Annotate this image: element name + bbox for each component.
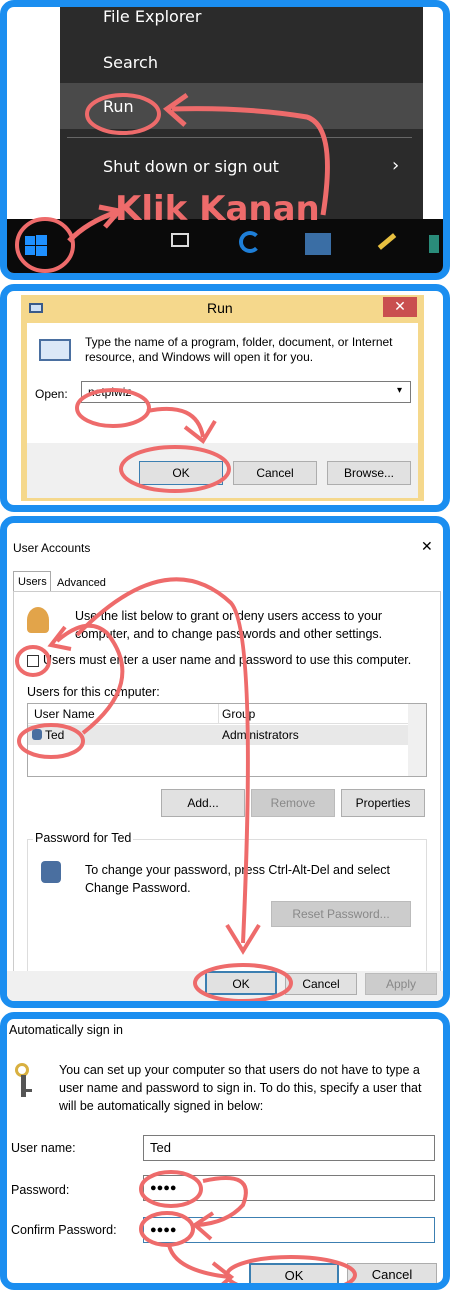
run-dialog-panel: Run ✕ Type the name of a program, folder… xyxy=(0,284,450,512)
app-icon[interactable] xyxy=(429,235,439,253)
cancel-button[interactable]: Cancel xyxy=(233,461,317,485)
users-table-header: User Name Group xyxy=(28,704,408,724)
close-icon[interactable]: ✕ xyxy=(421,539,433,555)
add-button[interactable]: Add... xyxy=(161,789,245,817)
auto-signin-panel: Automatically sign in You can set up you… xyxy=(0,1012,450,1290)
user-accounts-title: User Accounts xyxy=(13,541,91,555)
table-row[interactable]: Ted Administrators xyxy=(28,725,408,745)
menu-divider xyxy=(67,137,412,138)
ok-button[interactable]: OK xyxy=(139,461,223,485)
intro-text: Use the list below to grant or deny user… xyxy=(75,609,383,641)
remove-button[interactable]: Remove xyxy=(251,789,335,817)
column-group[interactable]: Group xyxy=(222,707,255,721)
windows-start-icon[interactable] xyxy=(25,235,47,257)
menu-item-run-highlight[interactable]: Run xyxy=(60,83,423,129)
auto-signin-intro: You can set up your computer so that use… xyxy=(59,1063,422,1113)
apply-button[interactable]: Apply xyxy=(365,973,437,995)
cancel-button[interactable]: Cancel xyxy=(347,1263,437,1283)
run-client-area: Type the name of a program, folder, docu… xyxy=(27,323,418,498)
browse-button[interactable]: Browse... xyxy=(327,461,411,485)
row-user-name: Ted xyxy=(45,728,65,742)
user-accounts-panel: User Accounts ✕ Users Advanced Use the l… xyxy=(0,516,450,1008)
cancel-button[interactable]: Cancel xyxy=(285,973,357,995)
ok-button[interactable]: OK xyxy=(205,971,277,995)
username-input[interactable]: Ted xyxy=(143,1135,435,1161)
password-user-icon xyxy=(41,861,61,883)
store-icon[interactable] xyxy=(305,233,331,255)
run-window: Run ✕ Type the name of a program, folder… xyxy=(21,295,424,501)
klik-kanan-annotation: Klik Kanan xyxy=(115,189,320,229)
password-heading: Password for Ted xyxy=(33,831,134,845)
open-input[interactable]: netplwiz xyxy=(81,381,411,403)
password-text: To change your password, press Ctrl-Alt-… xyxy=(85,863,390,895)
task-view-icon[interactable] xyxy=(171,233,189,247)
run-window-icon xyxy=(29,303,43,313)
run-program-icon xyxy=(39,339,71,361)
user-icon xyxy=(32,729,42,740)
menu-item-shutdown[interactable]: Shut down or sign out xyxy=(103,157,279,176)
close-icon[interactable]: ✕ xyxy=(383,297,417,317)
pencil-icon[interactable] xyxy=(377,233,397,250)
menu-item-file-explorer[interactable]: File Explorer xyxy=(103,7,201,26)
start-menu: File Explorer Search Run Shut down or si… xyxy=(60,7,423,217)
properties-button[interactable]: Properties xyxy=(341,789,425,817)
require-password-checkbox[interactable] xyxy=(27,655,39,667)
password-input[interactable]: ●●●● xyxy=(143,1175,435,1201)
reset-password-button[interactable]: Reset Password... xyxy=(271,901,411,927)
start-menu-panel: File Explorer Search Run Shut down or si… xyxy=(0,0,450,280)
tab-advanced[interactable]: Advanced xyxy=(53,574,106,589)
username-label: User name: xyxy=(11,1141,76,1155)
column-user-name[interactable]: User Name xyxy=(34,707,95,721)
auto-signin-title: Automatically sign in xyxy=(9,1023,123,1037)
keys-icon xyxy=(13,1063,35,1099)
menu-item-run[interactable]: Run xyxy=(103,97,134,116)
confirm-password-label: Confirm Password: xyxy=(11,1223,117,1237)
confirm-password-input[interactable]: ●●●● xyxy=(143,1217,435,1243)
tab-users[interactable]: Users xyxy=(13,571,51,591)
chevron-down-icon[interactable]: ▾ xyxy=(397,385,402,396)
chevron-right-icon: › xyxy=(392,155,400,176)
run-description: Type the name of a program, folder, docu… xyxy=(85,335,393,364)
edge-browser-icon[interactable] xyxy=(239,231,261,253)
users-table: User Name Group Ted Administrators xyxy=(27,703,427,777)
menu-item-search[interactable]: Search xyxy=(103,53,158,72)
scrollbar[interactable] xyxy=(408,704,426,776)
password-label: Password: xyxy=(11,1183,70,1197)
users-icon xyxy=(27,607,49,633)
users-heading: Users for this computer: xyxy=(27,685,160,699)
run-title: Run xyxy=(207,300,233,316)
ok-button[interactable]: OK xyxy=(249,1263,339,1283)
require-password-label: Users must enter a user name and passwor… xyxy=(43,653,412,667)
open-label: Open: xyxy=(35,387,68,401)
row-group: Administrators xyxy=(222,728,299,742)
